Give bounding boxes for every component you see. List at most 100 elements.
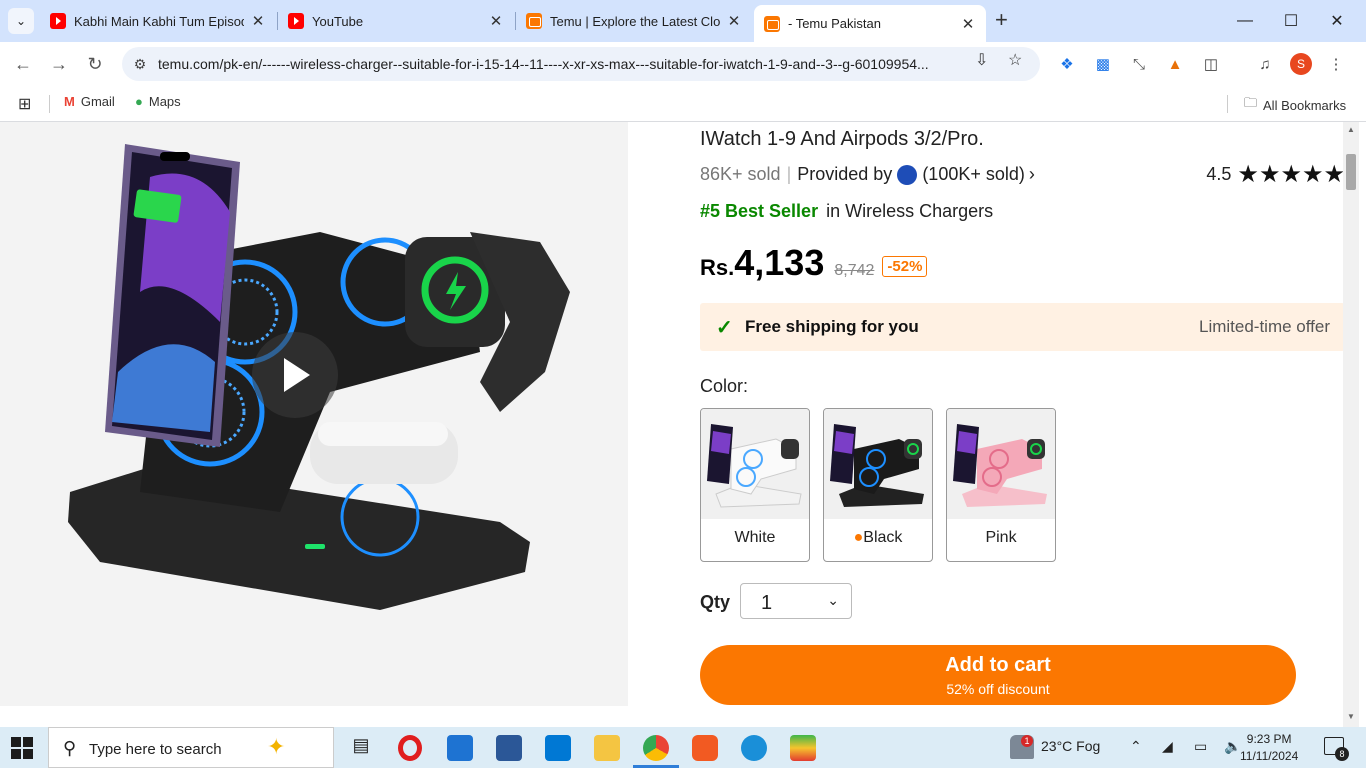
store-sold-link[interactable]: (100K+ sold) bbox=[922, 164, 1025, 185]
qty-value: 1 bbox=[761, 592, 773, 614]
close-icon[interactable]: ✕ bbox=[726, 12, 742, 30]
close-icon[interactable]: ✕ bbox=[250, 12, 266, 30]
tab-temu-explore[interactable]: Temu | Explore the Latest Clothi ✕ bbox=[516, 5, 752, 37]
arrow-left-icon: ← bbox=[14, 53, 32, 74]
network-icon[interactable]: ◢ bbox=[1162, 738, 1173, 755]
opera-icon[interactable] bbox=[398, 735, 422, 761]
notification-count: 8 bbox=[1335, 747, 1349, 761]
menu-kebab-icon[interactable]: ⋮ bbox=[1326, 54, 1346, 74]
price-row: Rs. 4,133 8,742 -52% bbox=[700, 242, 928, 284]
qty-label: Qty bbox=[700, 592, 731, 612]
close-icon[interactable]: ✕ bbox=[488, 12, 504, 30]
product-title: IWatch 1-9 And Airpods 3/2/Pro. bbox=[700, 128, 984, 150]
color-option-white[interactable]: White bbox=[700, 408, 810, 562]
chevron-right-icon[interactable]: › bbox=[1029, 164, 1035, 185]
bluestacks-icon[interactable] bbox=[790, 735, 816, 761]
edge-icon[interactable] bbox=[741, 735, 767, 761]
rating[interactable]: 4.5 ★★★★★ bbox=[1206, 160, 1345, 188]
white-thumbnail bbox=[701, 409, 809, 519]
chart-extension-icon[interactable]: ▩ bbox=[1093, 54, 1113, 74]
product-info-panel: IWatch 1-9 And Airpods 3/2/Pro. 86K+ sol… bbox=[700, 122, 1345, 727]
temu-icon bbox=[526, 13, 542, 29]
star-rating-icon: ★★★★★ bbox=[1237, 160, 1345, 188]
close-icon[interactable]: ✕ bbox=[960, 15, 976, 33]
tab-search-button[interactable]: ⌄ bbox=[8, 8, 34, 34]
extension-icon[interactable]: ❖ bbox=[1057, 54, 1077, 74]
profile-avatar[interactable]: S bbox=[1290, 53, 1312, 75]
battery-icon[interactable]: ▭ bbox=[1194, 738, 1207, 755]
windows-start-icon[interactable] bbox=[10, 736, 34, 760]
tab-strip: ⌄ Kabhi Main Kabhi Tum Episode ✕ YouTube… bbox=[0, 0, 1366, 42]
qty-select[interactable]: 1 ⌄ bbox=[740, 583, 852, 619]
color-option-pink[interactable]: Pink bbox=[946, 408, 1056, 562]
screenshot-extension-icon[interactable]: ⤡ bbox=[1129, 54, 1149, 74]
bookmark-label: All Bookmarks bbox=[1263, 97, 1347, 113]
product-image[interactable] bbox=[0, 122, 628, 706]
forward-button[interactable]: → bbox=[47, 52, 71, 76]
scroll-up-icon[interactable]: ▲ bbox=[1347, 125, 1355, 134]
address-bar[interactable]: ⚙ temu.com/pk-en/------wireless-charger-… bbox=[122, 47, 1040, 81]
sold-row: 86K+ sold | Provided by (100K+ sold) › bbox=[700, 164, 1035, 185]
time: 9:23 PM bbox=[1246, 732, 1292, 746]
provided-by-label: Provided by bbox=[797, 164, 893, 184]
minimize-button[interactable]: — bbox=[1222, 0, 1268, 42]
add-to-cart-button[interactable]: Add to cart 52% off discount bbox=[700, 645, 1296, 705]
youtube-icon bbox=[50, 13, 66, 29]
hot-flame-icon: ● bbox=[853, 529, 864, 546]
window-close-button[interactable]: ✕ bbox=[1314, 0, 1360, 42]
new-tab-button[interactable]: + bbox=[995, 9, 1008, 31]
scrollbar-thumb[interactable] bbox=[1346, 154, 1356, 190]
weather-text[interactable]: 23°C Fog bbox=[1041, 738, 1100, 754]
apps-grid-icon[interactable]: ⊞ bbox=[18, 94, 31, 114]
tab-temu-pakistan[interactable]: - Temu Pakistan ✕ bbox=[754, 5, 986, 42]
bookmark-maps[interactable]: ● Maps bbox=[135, 94, 181, 109]
vpn-extension-icon[interactable]: ▲ bbox=[1165, 54, 1185, 74]
maps-pin-icon: ● bbox=[135, 94, 143, 109]
install-app-icon[interactable]: ⇩ bbox=[975, 50, 988, 70]
tab-youtube[interactable]: YouTube ✕ bbox=[278, 5, 514, 37]
microsoft-store-icon[interactable] bbox=[545, 735, 571, 761]
mail-icon[interactable] bbox=[447, 735, 473, 761]
current-price: 4,133 bbox=[734, 242, 825, 283]
control-panel-icon[interactable] bbox=[496, 735, 522, 761]
bookmark-label: Gmail bbox=[80, 94, 115, 109]
puzzle-icon[interactable]: ◫ bbox=[1201, 54, 1221, 74]
bookmark-gmail[interactable]: M Gmail bbox=[64, 94, 115, 109]
bookmark-star-icon[interactable]: ☆ bbox=[1008, 50, 1022, 70]
bookmark-label: Maps bbox=[148, 94, 181, 109]
video-play-button[interactable] bbox=[252, 332, 338, 418]
search-placeholder: Type here to search bbox=[89, 741, 222, 758]
tab-kabhi-main[interactable]: Kabhi Main Kabhi Tum Episode ✕ bbox=[40, 5, 276, 37]
clock[interactable]: 9:23 PM 11/11/2024 bbox=[1240, 731, 1298, 765]
scroll-down-icon[interactable]: ▼ bbox=[1347, 712, 1355, 721]
youtube-icon bbox=[288, 13, 304, 29]
reload-button[interactable]: ↻ bbox=[83, 52, 107, 76]
page-content: IWatch 1-9 And Airpods 3/2/Pro. 86K+ sol… bbox=[0, 122, 1366, 727]
back-button[interactable]: ← bbox=[11, 52, 35, 76]
charger-thumbnail-image bbox=[830, 424, 924, 507]
all-bookmarks-button[interactable]: 🗀 All Bookmarks bbox=[1244, 94, 1346, 116]
store-logo-icon[interactable] bbox=[897, 164, 918, 185]
gmail-icon: M bbox=[64, 94, 75, 109]
site-info-icon[interactable]: ⚙ bbox=[122, 56, 158, 73]
maximize-button[interactable]: ☐ bbox=[1268, 0, 1314, 42]
file-explorer-icon[interactable] bbox=[594, 735, 620, 761]
media-control-icon[interactable]: ♫ bbox=[1255, 54, 1275, 74]
sold-count: 86K+ sold bbox=[700, 164, 781, 184]
color-option-black[interactable]: ●Black bbox=[823, 408, 933, 562]
vlc-icon[interactable] bbox=[692, 735, 718, 761]
bookmarks-bar: ⊞ M Gmail ● Maps 🗀 All Bookmarks bbox=[0, 86, 1366, 122]
taskbar-search-box[interactable]: ⚲ Type here to search ✦ bbox=[48, 727, 334, 768]
tab-title: - Temu Pakistan bbox=[788, 16, 881, 31]
rating-value: 4.5 bbox=[1206, 164, 1232, 184]
volume-icon[interactable]: 🔈 bbox=[1224, 738, 1241, 755]
chrome-icon[interactable] bbox=[643, 735, 669, 761]
chevron-up-icon[interactable]: ⌃ bbox=[1130, 738, 1142, 755]
url-text[interactable]: temu.com/pk-en/------wireless-charger--s… bbox=[158, 56, 968, 72]
best-seller-row[interactable]: #5 Best Seller in Wireless Chargers bbox=[700, 201, 993, 222]
task-view-icon[interactable]: ▤ bbox=[348, 735, 374, 761]
reload-icon: ↻ bbox=[87, 53, 103, 74]
arrow-right-icon: → bbox=[50, 53, 68, 74]
color-name: White bbox=[734, 529, 776, 546]
page-scrollbar[interactable]: ▲ ▼ bbox=[1343, 122, 1359, 727]
